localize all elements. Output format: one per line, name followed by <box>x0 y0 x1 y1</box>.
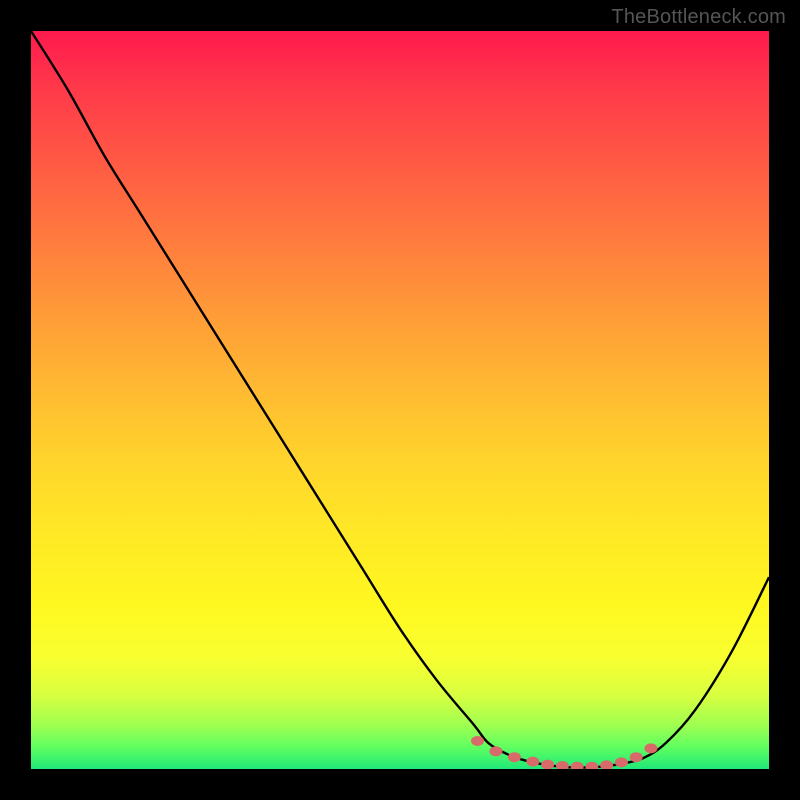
optimal-dot <box>541 760 554 769</box>
optimal-dot <box>471 736 484 746</box>
bottleneck-curve-line <box>31 31 769 768</box>
optimal-dot <box>630 752 643 762</box>
optimal-dot <box>489 746 502 756</box>
optimal-dot <box>571 762 584 769</box>
optimal-dot <box>600 760 613 769</box>
optimal-dot <box>556 761 569 769</box>
optimal-dot <box>508 752 521 762</box>
chart-svg <box>31 31 769 769</box>
optimal-dot <box>615 757 628 767</box>
watermark-text: TheBottleneck.com <box>611 6 786 29</box>
chart-plot-area <box>31 31 769 769</box>
optimal-dot <box>585 762 598 769</box>
optimal-zone-dots <box>471 736 657 769</box>
optimal-dot <box>644 743 657 753</box>
optimal-dot <box>526 757 539 767</box>
